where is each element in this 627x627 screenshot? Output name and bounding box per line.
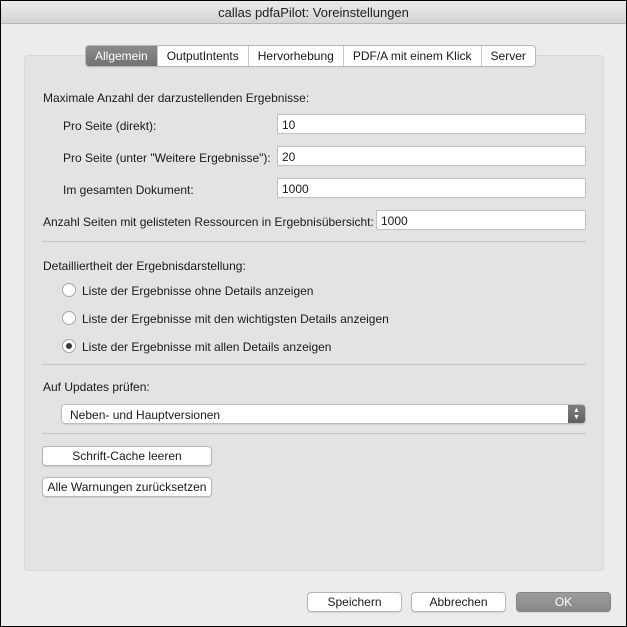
updates-heading: Auf Updates prüfen:	[43, 380, 150, 394]
updown-chevron-icon: ▲ ▼	[568, 405, 585, 423]
resources-pages-input[interactable]: 1000	[376, 210, 586, 230]
tab-outputintents[interactable]: OutputIntents	[158, 46, 249, 66]
tab-server[interactable]: Server	[482, 46, 535, 66]
title-bar[interactable]: callas pdfaPilot: Voreinstellungen	[1, 1, 626, 24]
detail-heading: Detailliertheit der Ergebnisdarstellung:	[43, 259, 246, 273]
reset-warnings-button[interactable]: Alle Warnungen zurücksetzen	[42, 477, 212, 497]
tab-hervorhebung[interactable]: Hervorhebung	[249, 46, 344, 66]
per-page-direct-input[interactable]: 10	[277, 114, 586, 134]
ok-button[interactable]: OK	[516, 592, 611, 612]
whole-document-label: Im gesamten Dokument:	[63, 183, 194, 197]
window-title: callas pdfaPilot: Voreinstellungen	[218, 5, 409, 20]
per-page-more-input[interactable]: 20	[277, 146, 586, 166]
resources-pages-label: Anzahl Seiten mit gelisteten Ressourcen …	[43, 215, 374, 229]
per-page-direct-label: Pro Seite (direkt):	[63, 119, 157, 133]
radio-important-details-label: Liste der Ergebnisse mit den wichtigsten…	[82, 312, 389, 326]
tab-bar: Allgemein OutputIntents Hervorhebung PDF…	[85, 45, 536, 67]
tab-pdfa-one-click[interactable]: PDF/A mit einem Klick	[344, 46, 482, 66]
clear-font-cache-button[interactable]: Schrift-Cache leeren	[42, 446, 212, 466]
separator	[42, 433, 586, 434]
radio-all-details-label: Liste der Ergebnisse mit allen Details a…	[82, 340, 332, 354]
radio-no-details-label: Liste der Ergebnisse ohne Details anzeig…	[82, 284, 314, 298]
radio-important-details[interactable]	[62, 311, 76, 325]
results-heading: Maximale Anzahl der darzustellenden Erge…	[43, 91, 310, 105]
radio-no-details[interactable]	[62, 283, 76, 297]
whole-document-input[interactable]: 1000	[277, 178, 586, 198]
radio-all-details[interactable]	[62, 339, 76, 353]
separator	[42, 241, 586, 242]
cancel-button[interactable]: Abbrechen	[411, 592, 506, 612]
separator	[42, 364, 586, 365]
per-page-more-label: Pro Seite (unter "Weitere Ergebnisse"):	[63, 151, 271, 165]
preferences-window: callas pdfaPilot: Voreinstellungen Allge…	[1, 1, 626, 626]
save-button[interactable]: Speichern	[307, 592, 402, 612]
updates-select-value: Neben- und Hauptversionen	[70, 408, 221, 422]
tab-allgemein[interactable]: Allgemein	[86, 46, 158, 66]
updates-select[interactable]: Neben- und Hauptversionen ▲ ▼	[61, 404, 586, 424]
